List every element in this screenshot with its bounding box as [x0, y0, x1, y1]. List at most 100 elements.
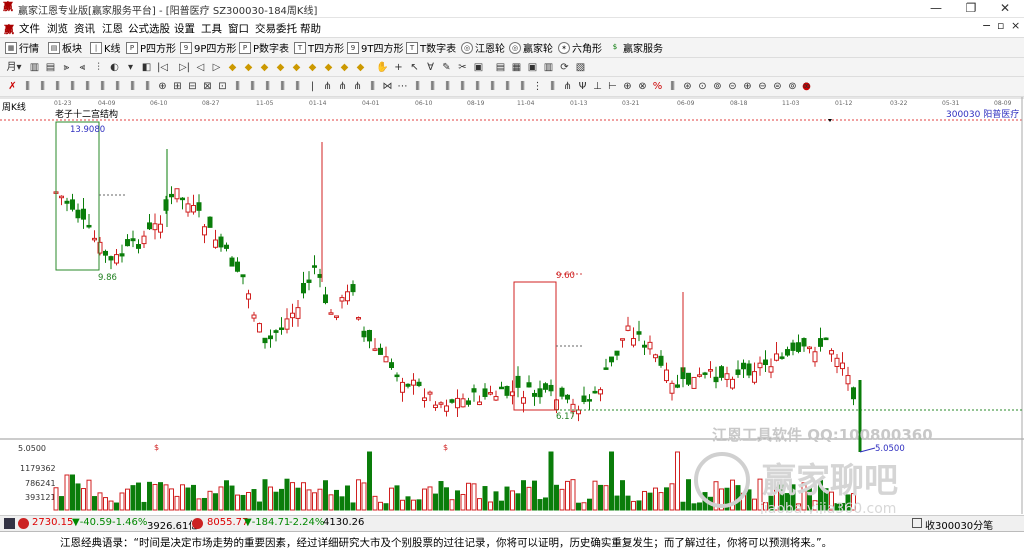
menu-trade[interactable]: 交易委托	[255, 21, 297, 36]
menu-formula[interactable]: 公式选股	[128, 21, 170, 36]
drawing-tool-icon[interactable]: ▣	[472, 61, 485, 74]
9t-square-button[interactable]: 9 9T四方形	[347, 40, 403, 55]
kline-chart[interactable]: 01-23 04-09 06-10 08-27 11-05 01-14 04-01 06-10…	[0, 97, 1024, 514]
analysis-tool-icon[interactable]: ⫼	[21, 80, 34, 93]
analysis-tool-icon[interactable]: ⊙	[696, 80, 709, 93]
analysis-tool-icon[interactable]: ⊡	[216, 80, 229, 93]
analysis-tool-icon[interactable]: Ψ	[576, 80, 589, 93]
drawing-tool-icon[interactable]: ◐	[108, 61, 121, 74]
drawing-tool-icon[interactable]: ▤	[44, 61, 57, 74]
t-square-button[interactable]: T T四方形	[294, 40, 344, 55]
app-menu-icon[interactable]: 赢	[4, 21, 14, 36]
p-square-button[interactable]: P P四方形	[126, 40, 176, 55]
drawing-tool-icon[interactable]: ▥	[28, 61, 41, 74]
close-button[interactable]: ✕	[982, 0, 1024, 17]
analysis-tool-icon[interactable]: ⫼	[366, 80, 379, 93]
analysis-tool-icon[interactable]: ⫼	[456, 80, 469, 93]
analysis-tool-icon[interactable]: ⊠	[201, 80, 214, 93]
drawing-tool-icon[interactable]: ◆	[322, 61, 335, 74]
drawing-tool-icon[interactable]: ∀	[424, 61, 437, 74]
9p-square-button[interactable]: 9 9P四方形	[180, 40, 236, 55]
menu-settings[interactable]: 设置	[174, 21, 195, 36]
analysis-tool-icon[interactable]: ⫼	[501, 80, 514, 93]
analysis-tool-icon[interactable]: %	[651, 80, 664, 93]
drawing-tool-icon[interactable]: ◆	[274, 61, 287, 74]
analysis-tool-icon[interactable]: ⋔	[321, 80, 334, 93]
analysis-tool-icon[interactable]: ⫼	[141, 80, 154, 93]
service-button[interactable]: $ 赢家服务	[609, 40, 663, 56]
drawing-tool-icon[interactable]: ◁	[194, 61, 207, 74]
drawing-tool-icon[interactable]: ▷|	[178, 61, 191, 74]
analysis-tool-icon[interactable]: ⊞	[171, 80, 184, 93]
analysis-tool-icon[interactable]: ⫼	[126, 80, 139, 93]
analysis-tool-icon[interactable]: ⫼	[261, 80, 274, 93]
analysis-tool-icon[interactable]: ⫼	[666, 80, 679, 93]
analysis-tool-icon[interactable]: ⫼	[246, 80, 259, 93]
mdi-restore-button[interactable]: ▫	[997, 19, 1004, 32]
analysis-tool-icon[interactable]: ⫼	[426, 80, 439, 93]
analysis-tool-icon[interactable]: ⫼	[231, 80, 244, 93]
analysis-tool-icon[interactable]: ⋯	[396, 80, 409, 93]
drawing-tool-icon[interactable]: ▧	[574, 61, 587, 74]
analysis-tool-icon[interactable]: ⊚	[711, 80, 724, 93]
drawing-tool-icon[interactable]: ◆	[258, 61, 271, 74]
analysis-tool-icon[interactable]: ⋔	[336, 80, 349, 93]
analysis-tool-icon[interactable]: ⊕	[156, 80, 169, 93]
drawing-tool-icon[interactable]: ⫷	[76, 61, 89, 74]
analysis-tool-icon[interactable]: ⫼	[36, 80, 49, 93]
analysis-tool-icon[interactable]: ⊕	[741, 80, 754, 93]
drawing-tool-icon[interactable]: ◆	[306, 61, 319, 74]
tick-data-icon[interactable]	[912, 518, 922, 528]
analysis-tool-icon[interactable]: ⫼	[51, 80, 64, 93]
drawing-tool-icon[interactable]: ▤	[494, 61, 507, 74]
gann-wheel-button[interactable]: ◎ 江恩轮	[461, 40, 505, 55]
quotes-button[interactable]: ▦ 行情	[5, 40, 39, 55]
drawing-tool-icon[interactable]: ▦	[510, 61, 523, 74]
drawing-tool-icon[interactable]: ◆	[242, 61, 255, 74]
analysis-tool-icon[interactable]: ⫼	[516, 80, 529, 93]
drawing-tool-icon[interactable]: ▣	[526, 61, 539, 74]
analysis-tool-icon[interactable]: ∞	[800, 80, 813, 93]
menu-window[interactable]: 窗口	[228, 21, 249, 36]
menu-info[interactable]: 资讯	[74, 21, 95, 36]
analysis-tool-icon[interactable]: ⊥	[591, 80, 604, 93]
drawing-tool-icon[interactable]: ▥	[542, 61, 555, 74]
drawing-tool-icon[interactable]: +	[392, 61, 405, 74]
drawing-tool-icon[interactable]: ◆	[290, 61, 303, 74]
analysis-tool-icon[interactable]: ⫼	[66, 80, 79, 93]
drawing-tool-icon[interactable]: ✎	[440, 61, 453, 74]
analysis-tool-icon[interactable]: ⊚	[786, 80, 799, 93]
analysis-tool-icon[interactable]: ⋮	[531, 80, 544, 93]
drawing-tool-icon[interactable]: ◆	[226, 61, 239, 74]
tick-data-label[interactable]: 收300030分笔	[925, 517, 993, 532]
drawing-tool-icon[interactable]: ⟳	[558, 61, 571, 74]
drawing-tool-icon[interactable]: ◆	[354, 61, 367, 74]
menu-gann[interactable]: 江恩	[102, 21, 123, 36]
hexagon-button[interactable]: ✶ 六角形	[558, 40, 602, 55]
period-dropdown[interactable]: 月▾	[6, 61, 22, 74]
analysis-tool-icon[interactable]: ⫼	[441, 80, 454, 93]
analysis-tool-icon[interactable]: ⊜	[771, 80, 784, 93]
analysis-tool-icon[interactable]: ⫼	[96, 80, 109, 93]
drawing-tool-icon[interactable]: ↖	[408, 61, 421, 74]
analysis-tool-icon[interactable]: ⫼	[546, 80, 559, 93]
drawing-tool-icon[interactable]: ✋	[376, 61, 389, 74]
analysis-tool-icon[interactable]: ⫼	[111, 80, 124, 93]
analysis-tool-icon[interactable]: ⋈	[381, 80, 394, 93]
analysis-tool-icon[interactable]: ⋔	[351, 80, 364, 93]
drawing-tool-icon[interactable]: ⫶	[92, 61, 105, 74]
mdi-close-button[interactable]: ×	[1011, 19, 1020, 32]
menu-browse[interactable]: 浏览	[47, 21, 68, 36]
menu-help[interactable]: 帮助	[300, 21, 321, 36]
analysis-tool-icon[interactable]: |	[306, 80, 319, 93]
analysis-tool-icon[interactable]: ⫼	[471, 80, 484, 93]
analysis-tool-icon[interactable]: ⋔	[561, 80, 574, 93]
kline-button[interactable]: | K线	[90, 40, 121, 55]
analysis-tool-icon[interactable]: ⫼	[291, 80, 304, 93]
analysis-tool-icon[interactable]: ⊗	[636, 80, 649, 93]
drawing-tool-icon[interactable]: |◁	[156, 61, 169, 74]
analysis-tool-icon[interactable]: ⊢	[606, 80, 619, 93]
sh-index-icon[interactable]	[4, 518, 15, 529]
analysis-tool-icon[interactable]: ⊖	[756, 80, 769, 93]
sectors-button[interactable]: ▤ 板块	[48, 40, 82, 55]
